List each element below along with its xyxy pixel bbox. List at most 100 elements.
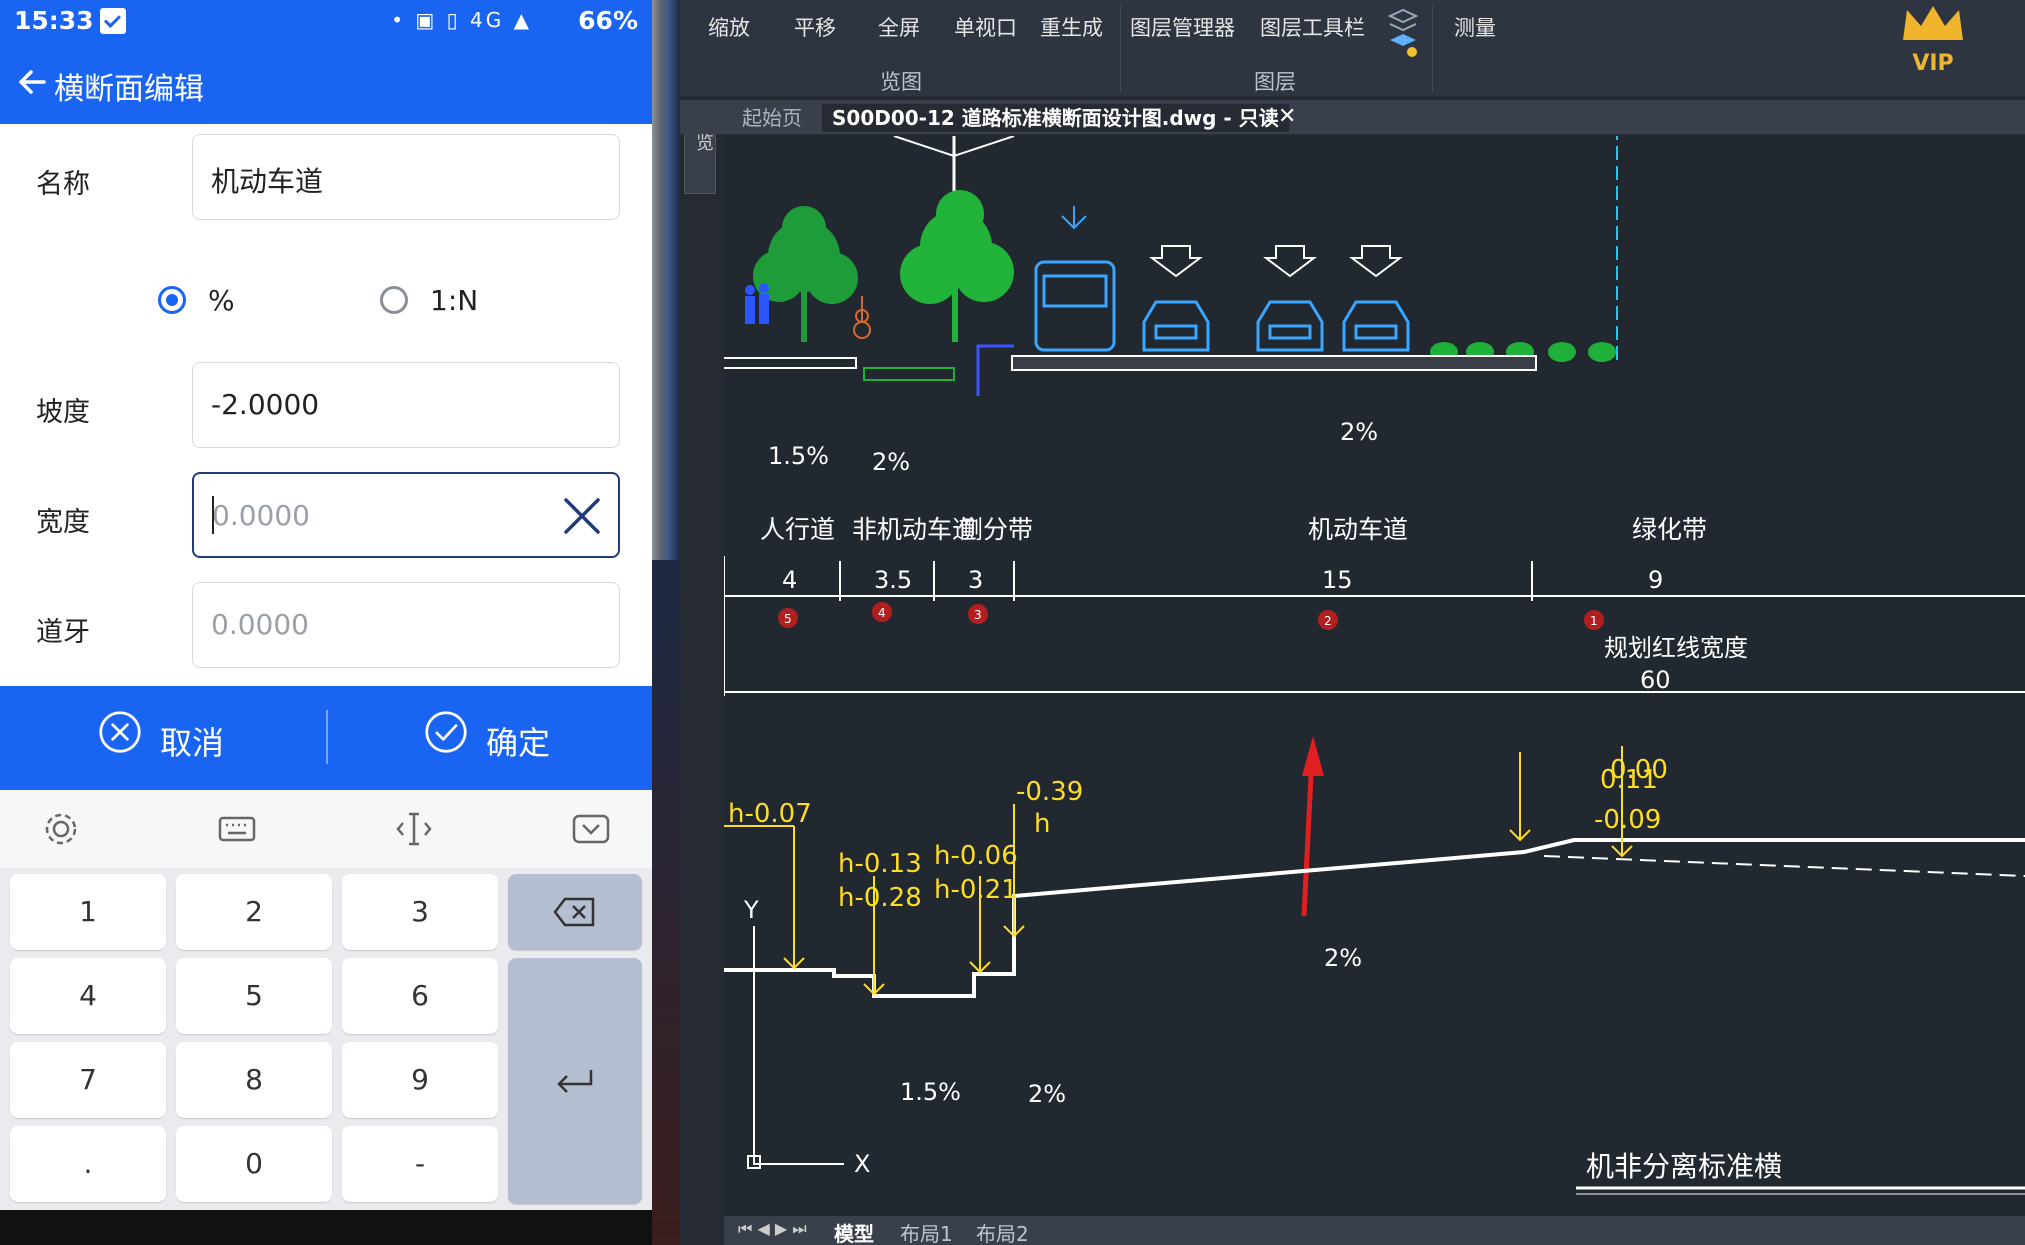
key-8[interactable]: 8 [176,1042,332,1118]
tab-drawing[interactable]: S00D00-12 道路标准横断面设计图.dwg - 只读 [822,104,1289,132]
drawing-title-fragment: 机非分离标准横 [1586,1150,1782,1183]
cursor-move-icon[interactable] [393,808,435,850]
gear-icon[interactable] [40,808,82,850]
key-0[interactable]: 0 [176,1126,332,1202]
status-signal-icons: • ▣ ▯ 4G ▲ [391,8,532,32]
name-field[interactable]: 机动车道 [192,134,620,220]
elevation-label: h-0.06 [934,841,1018,871]
lane-width: 4 [782,566,797,594]
unit-percent-radio[interactable] [158,286,186,314]
cancel-icon [99,711,141,753]
lane-width: 3.5 [874,566,912,594]
key-1[interactable]: 1 [10,874,166,950]
ribbon-toolbar: 缩放 平移 全屏 单视口 重生成 图层管理器 图层工具栏 测量 览图 图层 VI… [680,0,2025,96]
width-label: 宽度 [36,507,90,538]
group-label-layer: 图层 [1254,70,1296,94]
key-3[interactable]: 3 [342,874,498,950]
backspace-key[interactable] [508,874,642,950]
ribbon-separator [1432,6,1433,92]
key-9[interactable]: 9 [342,1042,498,1118]
confirm-button[interactable]: 确定 [424,710,604,766]
red-line-label: 规划红线宽度 [1604,634,1748,662]
key-6[interactable]: 6 [342,958,498,1034]
unit-ratio-radio[interactable] [380,286,408,314]
key-5[interactable]: 5 [176,958,332,1034]
width-field[interactable]: 0.0000 [192,472,620,558]
section-marker-number: 3 [974,608,982,622]
cancel-button[interactable]: 取消 [98,710,278,766]
enter-key[interactable] [508,958,642,1204]
confirm-label: 确定 [486,724,551,762]
lane-name: 机动车道 [1308,515,1408,544]
key-2[interactable]: 2 [176,874,332,950]
battery-level: 66% [578,6,638,35]
clear-icon[interactable] [560,494,604,538]
system-nav-bar [0,1210,652,1245]
regenerate-button[interactable]: 重生成 [1040,12,1103,42]
app-bar: 横断面编辑 [0,44,652,124]
key-dot[interactable]: . [10,1126,166,1202]
keyboard-toolbar [0,790,652,868]
layers-icon[interactable] [1386,4,1420,60]
dialog-action-bar: 取消 确定 [0,686,652,790]
curb-field[interactable]: 0.0000 [192,582,620,668]
keyboard-icon[interactable] [216,808,258,850]
cyclist-icon [853,296,871,339]
ribbon-separator [1120,6,1121,92]
slope-label: 2% [1340,418,1378,446]
single-viewport-button[interactable]: 单视口 [954,12,1017,42]
key-4[interactable]: 4 [10,958,166,1034]
name-label: 名称 [36,169,90,200]
tab-layout2[interactable]: 布局2 [976,1218,1029,1245]
layer-manager-button[interactable]: 图层管理器 [1130,12,1235,42]
elevation-label: 0.00 [1610,755,1668,785]
axis-x-label: X [854,1150,870,1178]
vip-crown-icon[interactable]: VIP [1893,0,1973,80]
name-row: 名称 机动车道 [0,134,652,224]
document-tabs: 起始页 S00D00-12 道路标准横断面设计图.dwg - 只读 ✕ [680,100,2025,134]
action-divider [326,710,328,764]
tab-nav-icons[interactable]: ⏮ ◀ ▶ ⏭ [738,1219,807,1239]
backspace-icon [553,897,595,927]
section-marker-number: 2 [1324,614,1332,628]
key-7[interactable]: 7 [10,1042,166,1118]
curb-label: 道牙 [36,617,90,648]
slope-label: 2% [1028,1080,1066,1108]
split-screen-divider[interactable] [652,0,680,1245]
unit-ratio-label: 1:N [430,284,479,317]
tab-start-page[interactable]: 起始页 [732,104,812,132]
cad-window: 缩放 平移 全屏 单视口 重生成 图层管理器 图层工具栏 测量 览图 图层 VI… [680,0,2025,1245]
slope-label: 1.5% [768,442,829,470]
width-row: 宽度 0.0000 [0,472,652,562]
status-bar: 15:33 • ▣ ▯ 4G ▲ 66% [0,0,652,44]
measure-button[interactable]: 测量 [1454,12,1496,42]
elevation-label: -0.39 [1016,777,1083,807]
section-marker-number: 4 [878,606,886,620]
hide-keyboard-icon[interactable] [570,808,612,850]
tab-layout1[interactable]: 布局1 [900,1218,953,1245]
red-line-width: 60 [1640,666,1671,694]
layer-toolbar-button[interactable]: 图层工具栏 [1260,12,1365,42]
name-value: 机动车道 [211,165,324,198]
slope-label: 2% [872,448,910,476]
elevation-label: h-0.07 [728,799,812,829]
pan-button[interactable]: 平移 [794,12,836,42]
lane-width: 3 [968,566,983,594]
group-label-view: 览图 [880,70,922,94]
bus-icon [1034,206,1116,352]
back-arrow-icon[interactable] [14,64,50,100]
unit-percent-label: % [208,284,235,317]
close-tab-icon[interactable]: ✕ [1278,104,1296,129]
tree-icon [900,190,1014,342]
zoom-button[interactable]: 缩放 [708,12,750,42]
key-minus[interactable]: - [342,1126,498,1202]
text-caret [212,496,214,534]
drawing-canvas[interactable]: 1.5% 2% 2% 2% 1.5% 2% 人行道 非机动车道 侧分带 机动车道 绿化带 4 3.5 3 1… [715,106,2025,1216]
elevation-label: h-0.21 [934,875,1018,905]
tab-model[interactable]: 模型 [834,1218,874,1245]
slope-label: 坡度 [36,397,90,428]
slope-field[interactable]: -2.0000 [192,362,620,448]
slope-value: -2.0000 [211,388,320,421]
fullscreen-button[interactable]: 全屏 [878,12,920,42]
lane-width: 15 [1322,566,1353,594]
